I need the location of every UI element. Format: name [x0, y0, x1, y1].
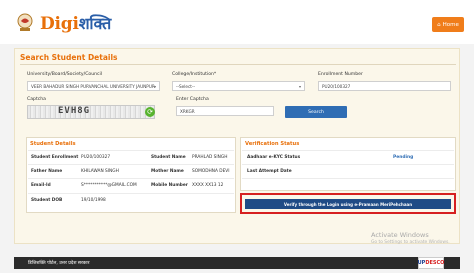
- divider: [28, 150, 234, 151]
- college-select[interactable]: --Select-- ▾: [172, 81, 305, 91]
- email-value: S***********@GMAIL.COM: [81, 183, 137, 188]
- divider: [28, 193, 234, 194]
- dob-key: Student DOB: [31, 198, 63, 203]
- enrollment-label: Enrollment Number: [318, 72, 363, 77]
- college-label: College/Institution*: [172, 72, 217, 77]
- updesco-logo[interactable]: UP DESCO: [418, 257, 444, 269]
- mobile-key: Mobile Number: [151, 183, 188, 188]
- refresh-captcha-icon[interactable]: ⟳: [145, 107, 155, 117]
- captcha-image: [27, 105, 155, 119]
- page-footer: डिजिशक्ति पोर्टल, उत्तर प्रदेश सरकार: [14, 257, 460, 269]
- chevron-down-icon: ▾: [298, 84, 301, 89]
- enrollment-value: PU20/100327: [81, 155, 111, 160]
- activate-windows-subtext: Go to Settings to activate Windows.: [371, 240, 450, 245]
- divider: [242, 178, 454, 179]
- verification-status-title: Verification Status: [245, 141, 300, 147]
- dob-value: 19/10/1998: [81, 198, 106, 203]
- student-details-title: Student Details: [30, 141, 76, 147]
- captcha-input[interactable]: XRKGR: [176, 106, 274, 116]
- digishakti-logo[interactable]: Digiशक्ति: [40, 12, 111, 34]
- section-divider: [20, 64, 456, 65]
- captcha-label: Captcha: [27, 97, 46, 102]
- divider: [242, 164, 454, 165]
- divider: [28, 164, 234, 165]
- enrollment-key: Student Enrollment: [31, 155, 79, 160]
- university-label: University/Board/Society/Council: [27, 72, 103, 77]
- email-key: Email-Id: [31, 183, 51, 188]
- student-name-key: Student Name: [151, 155, 186, 160]
- enter-captcha-label: Enter Captcha: [176, 97, 209, 102]
- father-name-value: KHILAWAN SINGH: [81, 169, 119, 174]
- search-button[interactable]: Search: [285, 106, 347, 118]
- mother-name-key: Mother Name: [151, 169, 184, 174]
- last-attempt-key: Last Attempt Date: [247, 169, 292, 174]
- enrollment-input[interactable]: PU20/100327: [318, 81, 451, 91]
- search-section-title: Search Student Details: [20, 53, 118, 62]
- captcha-text: EVH8G: [58, 106, 91, 116]
- footer-text: डिजिशक्ति पोर्टल, उत्तर प्रदेश सरकार: [28, 261, 90, 266]
- activate-windows-watermark: Activate Windows: [371, 231, 429, 239]
- father-name-key: Father Name: [31, 169, 63, 174]
- mother-name-value: SOMODHNA DEVI: [192, 169, 230, 174]
- home-button[interactable]: ⌂ Home: [432, 17, 464, 32]
- chevron-down-icon: ▾: [153, 84, 156, 89]
- kyc-status-badge: Pending: [393, 155, 414, 160]
- student-name-value: PRAHLAD SINGH: [192, 155, 228, 160]
- verify-meripehchaan-button[interactable]: Verify through the Login using e-Pramaan…: [245, 199, 451, 209]
- divider: [28, 178, 234, 179]
- state-emblem-icon: [17, 13, 33, 31]
- home-icon: ⌂: [437, 21, 441, 28]
- kyc-status-key: Aadhaar e-KYC Status: [247, 155, 301, 160]
- divider: [242, 150, 454, 151]
- university-select[interactable]: VEER BAHADUR SINGH PURVANCHAL UNIVERSITY…: [27, 81, 160, 91]
- mobile-value: XXXX XX13 12: [192, 183, 224, 188]
